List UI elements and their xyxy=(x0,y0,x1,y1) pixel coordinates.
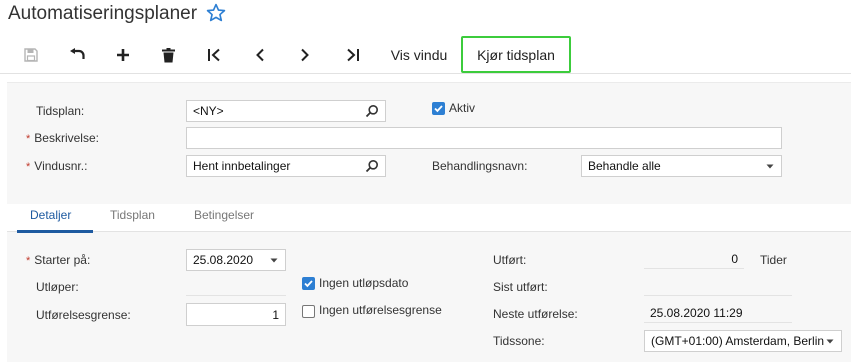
tab-bar: Detaljer Tidsplan Betingelser xyxy=(7,204,851,233)
search-icon[interactable] xyxy=(365,159,379,173)
times-label: Tider xyxy=(760,253,787,267)
last-executed-label: Sist utført: xyxy=(493,280,548,294)
active-checkbox[interactable] xyxy=(432,102,445,115)
required-marker: * xyxy=(26,255,31,267)
starts-on-date-field[interactable]: 25.08.2020 xyxy=(186,249,286,271)
screen-id-field[interactable]: Hent innbetalinger xyxy=(186,155,386,177)
first-record-button[interactable] xyxy=(201,42,227,68)
title-bar: Automatiseringsplaner xyxy=(0,0,851,30)
description-field[interactable] xyxy=(186,127,782,149)
active-label: Aktiv xyxy=(449,101,476,115)
executed-count: 0 xyxy=(644,249,744,269)
screen-id-value: Hent innbetalinger xyxy=(193,159,291,173)
no-execution-limit-label: Ingen utførelsesgrense xyxy=(319,303,442,317)
page-title: Automatiseringsplaner xyxy=(8,3,198,24)
chevron-down-icon xyxy=(826,339,834,344)
last-record-icon xyxy=(347,48,359,62)
timezone-value: (GMT+01:00) Amsterdam, Berlin xyxy=(651,334,825,348)
chevron-right-icon xyxy=(301,48,309,62)
next-execution-label: Neste utførelse: xyxy=(493,307,578,321)
starts-on-label: * Starter på: xyxy=(26,253,91,267)
no-execution-limit-checkbox[interactable] xyxy=(302,305,315,318)
required-marker: * xyxy=(26,161,31,173)
save-button[interactable] xyxy=(18,42,44,68)
undo-icon xyxy=(70,48,85,59)
schedule-label: Tidsplan: xyxy=(36,104,85,118)
no-expiration-label: Ingen utløpsdato xyxy=(319,276,409,290)
previous-record-button[interactable] xyxy=(247,42,273,68)
expires-date-field[interactable] xyxy=(186,276,286,296)
star-icon[interactable] xyxy=(205,2,227,24)
schedule-field[interactable]: <NY> xyxy=(186,100,386,122)
no-expiration-checkbox[interactable] xyxy=(302,277,315,290)
toolbar: Vis vindu Kjør tidsplan xyxy=(0,36,851,74)
starts-on-value: 25.08.2020 xyxy=(193,253,254,267)
last-record-button[interactable] xyxy=(340,42,366,68)
plus-icon xyxy=(117,49,129,61)
chevron-down-icon xyxy=(270,258,278,263)
tab-details[interactable]: Detaljer xyxy=(30,208,71,222)
undo-button[interactable] xyxy=(64,42,90,68)
execution-limit-field[interactable]: 1 xyxy=(186,303,286,326)
action-name-value: Behandle alle xyxy=(588,159,661,173)
execution-limit-label: Utførelsesgrense: xyxy=(36,308,131,322)
expires-label: Utløper: xyxy=(36,280,79,294)
action-name-select[interactable]: Behandle alle xyxy=(581,155,782,177)
action-name-label: Behandlingsnavn: xyxy=(432,159,528,173)
timezone-select[interactable]: (GMT+01:00) Amsterdam, Berlin xyxy=(644,330,842,352)
trash-icon xyxy=(161,47,175,62)
save-icon xyxy=(24,48,38,62)
timezone-label: Tidssone: xyxy=(493,334,545,348)
chevron-left-icon xyxy=(256,48,264,62)
execution-limit-value: 1 xyxy=(272,307,279,322)
delete-button[interactable] xyxy=(155,42,181,68)
description-label: * Beskrivelse: xyxy=(26,131,99,145)
checkmark-icon xyxy=(304,280,313,288)
tab-schedule[interactable]: Tidsplan xyxy=(110,208,155,222)
screen-id-label: * Vindusnr.: xyxy=(26,159,88,173)
schedule-value: <NY> xyxy=(193,104,224,118)
checkmark-icon xyxy=(434,105,443,113)
chevron-down-icon xyxy=(766,164,774,169)
show-window-button[interactable]: Vis vindu xyxy=(386,42,452,68)
run-schedule-highlight xyxy=(461,36,571,73)
add-button[interactable] xyxy=(110,42,136,68)
next-record-button[interactable] xyxy=(292,42,318,68)
search-icon[interactable] xyxy=(365,104,379,118)
tab-conditions[interactable]: Betingelser xyxy=(194,208,254,222)
last-executed-value xyxy=(644,276,792,296)
required-marker: * xyxy=(26,133,31,145)
executed-label: Utført: xyxy=(493,253,527,267)
next-execution-value: 25.08.2020 11:29 xyxy=(644,303,792,323)
first-record-icon xyxy=(208,48,220,62)
